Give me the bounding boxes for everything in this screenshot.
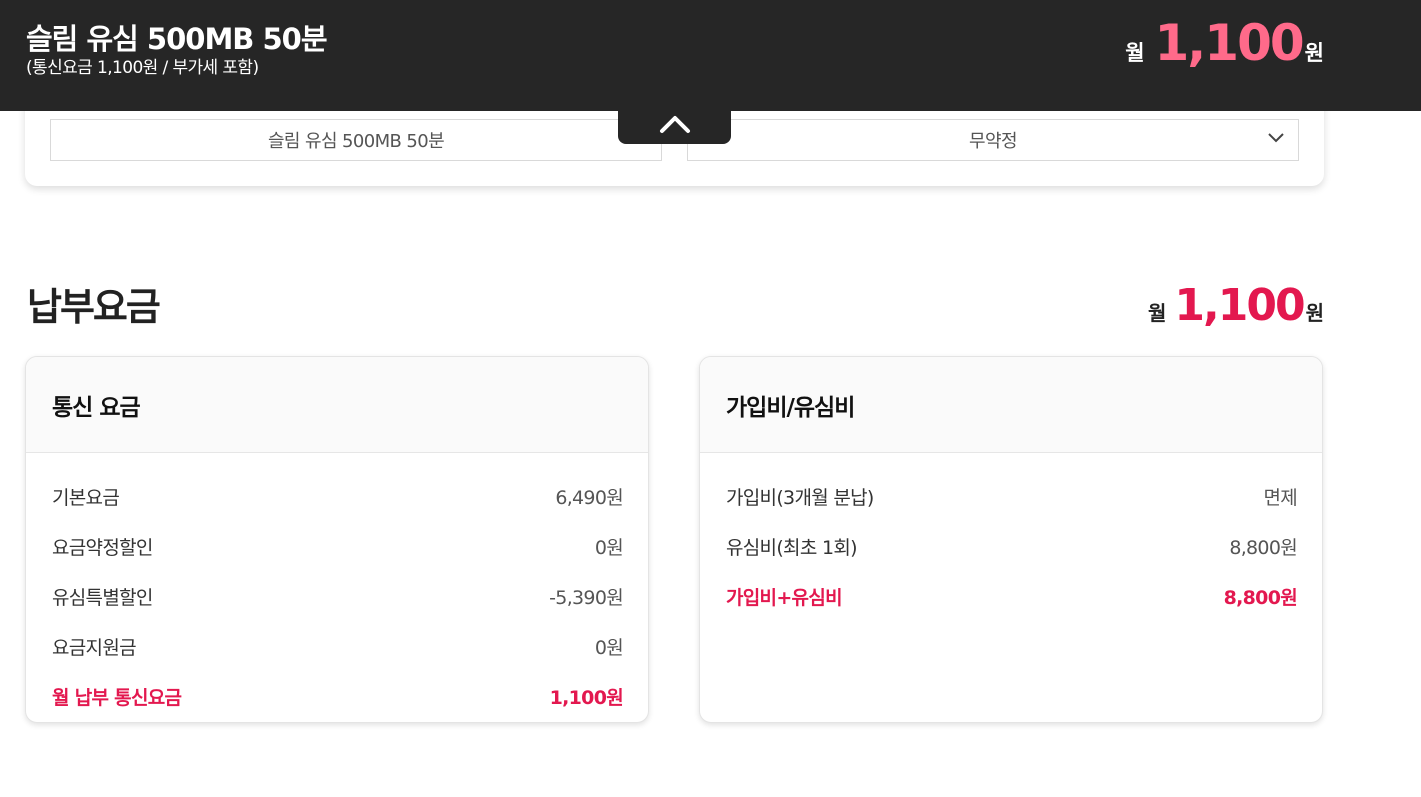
summary-price-unit: 원: [1304, 41, 1324, 65]
fee-label: 유심특별할인: [52, 586, 153, 609]
summary-price-amount: 1,100: [1154, 14, 1305, 72]
fee-row-contract-discount: 요금약정할인 0원: [26, 521, 648, 571]
plan-select[interactable]: 슬림 유심 500MB 50분: [50, 119, 662, 161]
payment-price-prefix: 월: [1148, 301, 1167, 325]
fee-value: 6,490원: [555, 486, 623, 509]
fee-label: 가입비(3개월 분납): [726, 486, 874, 509]
total-value: 1,100원: [549, 686, 624, 709]
summary-bar: 슬림 유심 500MB 50분 (통신요금 1,100원 / 부가세 포함) 월…: [0, 0, 1421, 111]
payment-title: 납부요금: [27, 285, 161, 329]
summary-price: 월 1,100 원: [1125, 14, 1324, 72]
fee-row-subsidy: 요금지원금 0원: [26, 621, 648, 671]
signup-card-title: 가입비/유심비: [700, 357, 1322, 453]
chevron-down-icon: [1268, 133, 1284, 143]
fee-row-signup-total: 가입비+유심비 8,800원: [700, 571, 1322, 621]
fee-value: 8,800원: [1229, 536, 1297, 559]
fee-value: 0원: [594, 636, 624, 659]
payment-price-unit: 원: [1305, 301, 1324, 325]
total-label: 가입비+유심비: [726, 586, 843, 609]
fee-label: 유심비(최초 1회): [726, 536, 858, 559]
fee-value: -5,390원: [549, 586, 624, 609]
summary-price-prefix: 월: [1125, 41, 1145, 65]
telecom-fee-card: 통신 요금 기본요금 6,490원 요금약정할인 0원 유심특별할인 -5,39…: [25, 356, 649, 723]
payment-total-price: 월 1,100 원: [1148, 280, 1324, 331]
chevron-up-icon: [660, 116, 690, 133]
fee-row-usim: 유심비(최초 1회) 8,800원: [700, 521, 1322, 571]
contract-select[interactable]: 무약정: [687, 119, 1299, 161]
fee-row-monthly-total: 월 납부 통신요금 1,100원: [26, 671, 648, 721]
fee-row-signup: 가입비(3개월 분납) 면제: [700, 471, 1322, 521]
total-label: 월 납부 통신요금: [52, 686, 182, 709]
fee-row-usim-discount: 유심특별할인 -5,390원: [26, 571, 648, 621]
collapse-button[interactable]: [618, 107, 731, 144]
payment-price-amount: 1,100: [1174, 280, 1305, 331]
plan-name: 슬림 유심 500MB 50분: [26, 22, 328, 56]
plan-subtitle: (통신요금 1,100원 / 부가세 포함): [26, 58, 259, 78]
fee-value: 0원: [594, 536, 624, 559]
fee-label: 요금지원금: [52, 636, 137, 659]
total-value: 8,800원: [1223, 586, 1298, 609]
signup-usim-fee-card: 가입비/유심비 가입비(3개월 분납) 면제 유심비(최초 1회) 8,800원…: [699, 356, 1323, 723]
fee-label: 요금약정할인: [52, 536, 153, 559]
fee-label: 기본요금: [52, 486, 120, 509]
fee-row-basic: 기본요금 6,490원: [26, 471, 648, 521]
fee-value: 면제: [1263, 486, 1297, 509]
plan-select-value: 슬림 유심 500MB 50분: [267, 131, 445, 152]
telecom-card-title: 통신 요금: [26, 357, 648, 453]
contract-select-value: 무약정: [969, 131, 1017, 152]
